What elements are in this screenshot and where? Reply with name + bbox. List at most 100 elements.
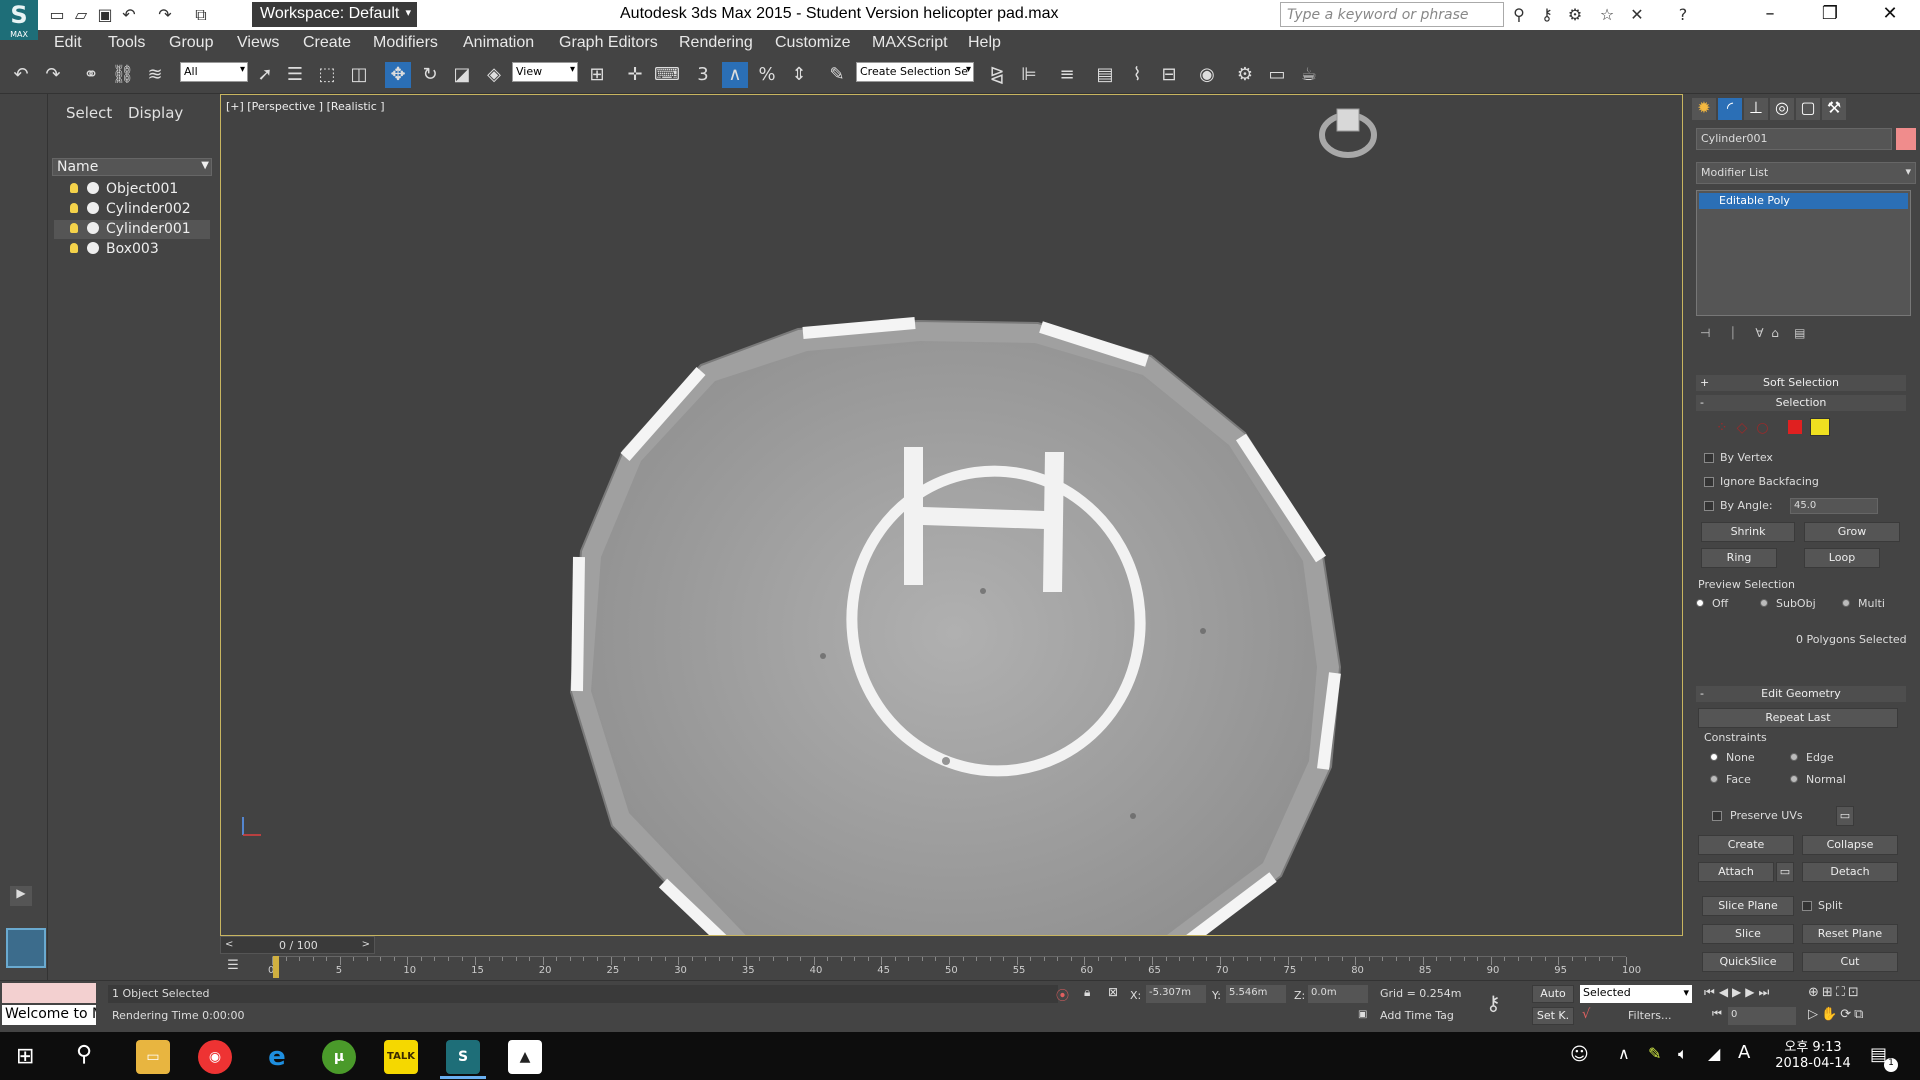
utorrent-icon[interactable]: µ <box>322 1040 356 1074</box>
redo-icon[interactable]: ↷ <box>154 4 176 26</box>
visibility-icon[interactable] <box>87 242 99 254</box>
slice-plane-button[interactable]: Slice Plane <box>1702 896 1794 916</box>
time-slider[interactable]: < 0 / 100 > <box>220 936 375 954</box>
list-item[interactable]: Object001 <box>54 180 210 199</box>
zoom-all-icon[interactable]: ⊞ <box>1822 985 1836 1000</box>
help-icon[interactable]: ? <box>1672 4 1694 26</box>
modifier-stack[interactable]: Editable Poly <box>1696 190 1911 316</box>
menu-modifiers[interactable]: Modifiers <box>373 34 438 52</box>
menu-create[interactable]: Create <box>303 34 351 52</box>
select-move-icon[interactable]: ✥ <box>385 62 411 88</box>
render-setup-icon[interactable]: ⚙ <box>1232 62 1258 88</box>
star-icon[interactable]: ☆ <box>1596 4 1618 26</box>
restore-icon[interactable]: ❐ <box>1800 0 1860 30</box>
modifier-list-dropdown[interactable]: Modifier List ▾ <box>1696 162 1916 184</box>
align-icon[interactable]: ⊫ <box>1016 62 1042 88</box>
windows-start-icon[interactable]: ⊞ <box>16 1044 34 1069</box>
minimize-icon[interactable]: – <box>1740 0 1800 30</box>
previous-frame-icon[interactable]: ◀ <box>1719 985 1732 999</box>
light-bulb-icon[interactable] <box>70 203 78 213</box>
file-explorer-icon[interactable]: ▭ <box>136 1040 170 1074</box>
maxscript-mini-listener[interactable]: Welcome to M <box>2 1005 96 1025</box>
spinner-snap-icon[interactable]: ⇕ <box>786 62 812 88</box>
visibility-icon[interactable] <box>87 222 99 234</box>
pivot-center-icon[interactable]: ⊞ <box>584 62 610 88</box>
isolate-icon[interactable]: ⦿ <box>1056 985 1069 1004</box>
clock-date[interactable]: 2018-04-14 <box>1766 1056 1860 1071</box>
y-coordinate-field[interactable]: 5.546m <box>1226 985 1286 1003</box>
pin-stack-icon[interactable]: ⊣ <box>1700 326 1710 340</box>
window-crossing-icon[interactable]: ◫ <box>346 62 372 88</box>
undo-icon[interactable]: ↶ <box>8 62 34 88</box>
viewcube-icon[interactable] <box>1319 108 1377 158</box>
volume-icon[interactable]: 🔈︎ <box>1678 1044 1688 1064</box>
preview-multi-radio[interactable] <box>1842 599 1850 607</box>
bind-spacewarp-icon[interactable]: ≋ <box>142 62 168 88</box>
border-mode-icon[interactable]: ○ <box>1756 420 1768 436</box>
slider-next-icon[interactable]: > <box>362 939 370 950</box>
menu-views[interactable]: Views <box>237 34 279 52</box>
track-bar-icon[interactable]: ☰ <box>222 958 244 976</box>
light-bulb-icon[interactable] <box>70 243 78 253</box>
material-editor-icon[interactable]: ◉ <box>1194 62 1220 88</box>
rollout-selection[interactable]: - Selection <box>1696 395 1906 411</box>
workspace-dropdown[interactable]: Workspace: Default ▾ <box>252 2 417 27</box>
element-mode-icon[interactable] <box>1810 418 1830 436</box>
undo-icon[interactable]: ↶ <box>118 4 140 26</box>
go-to-end-icon[interactable]: ⏭ <box>1759 985 1774 999</box>
remove-modifier-icon[interactable]: ⌂ <box>1771 326 1779 340</box>
angle-spinner[interactable]: 45.0 <box>1790 498 1878 514</box>
new-file-icon[interactable]: ▭ <box>46 4 68 26</box>
zoom-extents-all-icon[interactable]: ⊡ <box>1848 985 1862 1000</box>
loop-button[interactable]: Loop <box>1804 548 1880 568</box>
attach-list-icon[interactable]: ▭ <box>1776 862 1794 882</box>
absolute-mode-icon[interactable]: ⊠ <box>1108 985 1118 999</box>
visibility-icon[interactable] <box>87 202 99 214</box>
viewport-layout-icon[interactable] <box>6 928 46 968</box>
key-mode-toggle-icon[interactable]: ⏮ <box>1712 1007 1722 1021</box>
grow-button[interactable]: Grow <box>1804 522 1900 542</box>
time-cursor[interactable] <box>273 956 279 978</box>
object-name-field[interactable]: Cylinder001 <box>1696 128 1892 150</box>
render-production-icon[interactable]: ☕ <box>1296 62 1322 88</box>
menu-animation[interactable]: Animation <box>463 34 534 52</box>
unlink-icon[interactable]: ⛓ <box>110 62 136 88</box>
ime-indicator[interactable]: A <box>1738 1042 1750 1063</box>
shrink-button[interactable]: Shrink <box>1701 522 1795 542</box>
name-column-header[interactable]: Name ▼ <box>52 158 212 176</box>
show-end-result-icon[interactable]: ⏐ <box>1730 326 1737 340</box>
vertex-mode-icon[interactable]: ⁘ <box>1716 420 1728 436</box>
close-icon[interactable]: ✕ <box>1860 0 1920 30</box>
project-folder-icon[interactable]: ⧉ <box>190 4 212 26</box>
select-by-name-icon[interactable]: ☰ <box>282 62 308 88</box>
named-selection-set-dropdown[interactable]: Create Selection Se ▾ <box>856 62 974 82</box>
filters-button[interactable]: Filters... <box>1628 1009 1671 1022</box>
constraint-none-radio[interactable] <box>1710 753 1718 761</box>
set-key-button[interactable]: Set K. <box>1532 1007 1574 1025</box>
cut-button[interactable]: Cut <box>1802 952 1898 972</box>
layer-manager-icon[interactable]: ≡ <box>1054 62 1080 88</box>
rollout-soft-selection[interactable]: + Soft Selection <box>1696 375 1906 391</box>
preserve-uvs-checkbox[interactable] <box>1712 811 1722 821</box>
zoom-icon[interactable]: ⊕ <box>1808 985 1822 1000</box>
play-icon[interactable]: ▶ <box>10 886 32 906</box>
orbit-icon[interactable]: ⟳ <box>1840 1007 1854 1022</box>
rendered-frame-window-icon[interactable]: ▭ <box>1264 62 1290 88</box>
link-icon[interactable]: ⚭ <box>78 62 104 88</box>
kakaotalk-icon[interactable]: TALK <box>384 1040 418 1074</box>
utilities-tab-icon[interactable]: ⚒ <box>1822 98 1846 120</box>
go-to-start-icon[interactable]: ⏮ <box>1704 985 1719 999</box>
key-icon[interactable]: ⚷ <box>1536 4 1558 26</box>
ring-button[interactable]: Ring <box>1701 548 1777 568</box>
slice-button[interactable]: Slice <box>1702 924 1794 944</box>
split-checkbox[interactable] <box>1802 901 1812 911</box>
open-file-icon[interactable]: ▱ <box>70 4 92 26</box>
keyboard-shortcut-icon[interactable]: ⌨ <box>654 62 680 88</box>
key-filters-icon[interactable]: √ <box>1582 1007 1590 1022</box>
play-animation-icon[interactable]: ▶ <box>1732 985 1745 999</box>
tab-select[interactable]: Select <box>66 104 112 122</box>
key-mode-dropdown[interactable]: Selected ▾ <box>1580 985 1692 1003</box>
chrome-icon[interactable]: ◉ <box>198 1040 232 1074</box>
maximize-viewport-icon[interactable]: ⧉ <box>1854 1007 1866 1022</box>
repeat-last-button[interactable]: Repeat Last <box>1698 708 1898 728</box>
